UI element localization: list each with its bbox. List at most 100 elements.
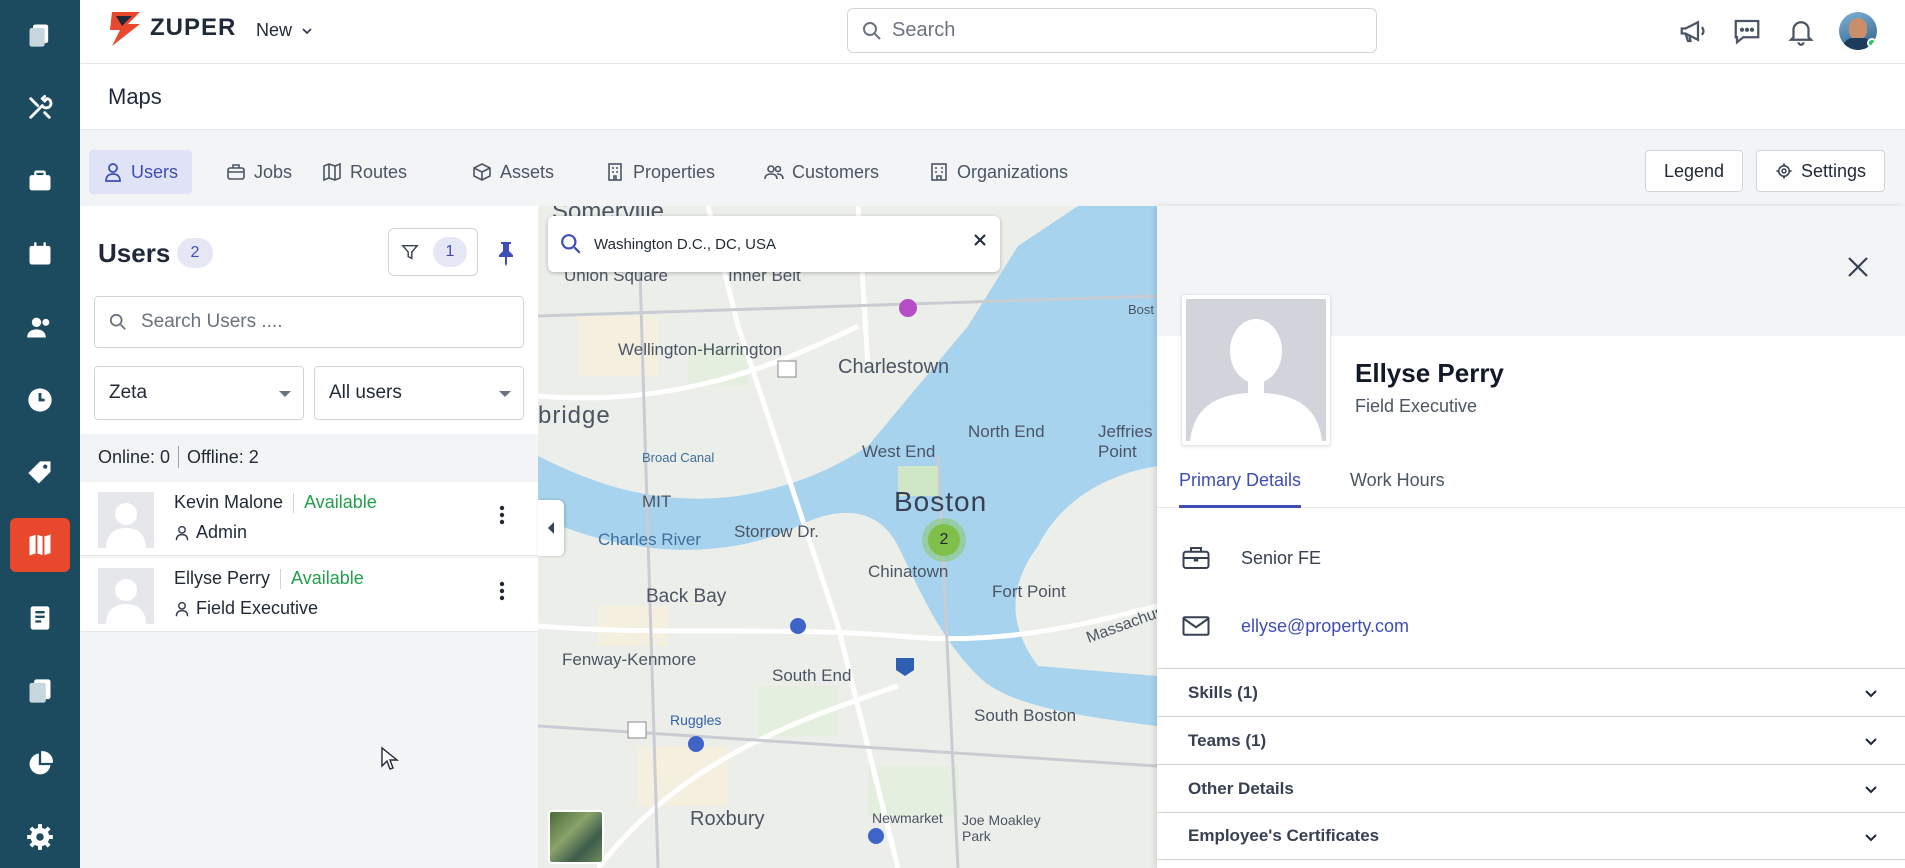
tools-nav-icon[interactable] [10,81,70,135]
announcement-icon[interactable] [1677,15,1709,47]
more-options-icon[interactable] [490,500,514,530]
users-panel: Users 2 1 Zeta All users Online: 0 Offli… [80,206,538,868]
more-options-icon[interactable] [490,576,514,606]
settings-label: Settings [1801,160,1867,181]
map-label: Chinatown [868,562,949,581]
map-location-input[interactable] [594,235,974,253]
user-name: Kevin Malone [174,492,284,512]
online-status-summary: Online: 0 Offline: 2 [98,446,259,468]
collapse-panel-button[interactable] [538,500,564,556]
email-link[interactable]: ellyse@property.com [1241,616,1409,637]
email-row: ellyse@property.com [1181,606,1409,646]
map-label: Wellington-Harrington [618,340,783,359]
profile-name: Ellyse Perry [1355,358,1504,388]
user-role-line: Field Executive [174,598,318,619]
building-icon [608,163,622,181]
chevron-down-icon [302,27,312,34]
profile-picture [1181,294,1331,446]
customers-nav-icon[interactable] [10,300,70,354]
jobs-nav-icon[interactable] [10,154,70,208]
designation-value: Senior FE [1241,547,1322,568]
timesheet-nav-icon[interactable] [10,373,70,427]
map-label: Jeffries Point [1098,422,1153,461]
user-list-item[interactable]: Kevin Malone Available Admin [80,482,538,556]
notification-bell-icon[interactable] [1785,15,1817,47]
tab-organizations[interactable]: Organizations [915,150,1082,194]
map-label: West End [862,442,936,461]
global-search-input[interactable] [892,19,1352,42]
certificates-section-toggle[interactable]: Employee's Certificates [1157,812,1905,860]
map-label: Ruggles [670,712,722,728]
tab-routes[interactable]: Routes [308,150,421,194]
online-indicator [1867,38,1877,48]
tab-properties[interactable]: Properties [591,150,729,194]
chat-icon[interactable] [1731,15,1763,47]
tab-jobs[interactable]: Jobs [212,150,306,194]
close-icon[interactable] [1847,256,1869,278]
user-type-select[interactable]: All users [314,366,524,420]
users-panel-header: Users 2 1 Zeta All users [80,206,538,434]
team-select[interactable]: Zeta [94,366,304,420]
user-list-item[interactable]: Ellyse Perry Available Field Executive [80,558,538,632]
tag-nav-icon[interactable] [10,446,70,500]
top-bar: ZUPER New [80,0,1905,64]
logo-text: ZUPER [150,14,237,41]
legend-button[interactable]: Legend [1645,150,1744,192]
pin-icon[interactable] [496,240,516,266]
box-icon [473,163,491,181]
users-title: Users [98,238,171,268]
map-label: Charlestown [838,356,950,378]
user-search-input[interactable] [141,311,511,333]
top-actions [1677,12,1877,50]
section-title: Employee's Certificates [1188,826,1380,845]
cluster-count: 2 [928,524,960,556]
user-avatar[interactable] [1839,12,1877,50]
filter-button[interactable]: 1 [388,228,478,276]
new-dropdown-button[interactable]: New [256,20,314,41]
zuper-logo[interactable]: ZUPER [106,6,236,50]
satellite-view-toggle[interactable] [548,810,604,864]
tab-users[interactable]: Users [89,150,193,194]
chevron-down-icon [1865,786,1877,794]
map-canvas[interactable]: Somerville Union Square Inner Belt Welli… [538,206,1157,868]
briefcase-icon [1182,547,1210,569]
teams-section-toggle[interactable]: Teams (1) [1157,716,1905,764]
details-tabs: Primary Details Work Hours [1157,450,1905,508]
settings-nav-icon[interactable] [10,810,70,864]
other-details-section-toggle[interactable]: Other Details [1157,764,1905,812]
global-search[interactable] [847,8,1377,53]
map-label: Roxbury [690,808,765,830]
map-label: Broad Canal [642,450,715,465]
tab-label: Customers [792,161,880,182]
maps-nav-icon[interactable] [10,518,70,572]
gear-icon [1776,163,1792,179]
settings-button[interactable]: Settings [1756,150,1886,192]
section-title: Teams (1) [1188,730,1267,750]
skills-section-toggle[interactable]: Skills (1) [1157,668,1905,716]
analytics-nav-icon[interactable] [10,737,70,791]
offline-count: Offline: 2 [187,446,259,467]
filter-count-badge: 1 [433,237,467,267]
tab-primary-details[interactable]: Primary Details [1179,470,1302,508]
map-label: Fenway-Kenmore [562,650,697,669]
user-cluster-marker[interactable]: 2 [922,518,966,562]
briefcase-icon [227,164,245,180]
page-header: Maps [80,64,1905,130]
user-avatar-placeholder [98,492,154,548]
new-label: New [256,20,293,40]
calendar-nav-icon[interactable] [10,227,70,281]
tab-work-hours[interactable]: Work Hours [1350,470,1445,505]
chevron-down-icon [1865,738,1877,746]
clear-search-icon[interactable] [972,232,988,248]
map-label: Boston [894,486,988,517]
tab-assets[interactable]: Assets [458,150,568,194]
map-icon [323,162,341,182]
tab-customers[interactable]: Customers [750,150,893,194]
user-role-line: Admin [174,522,247,543]
map-location-search[interactable] [548,216,1000,272]
reports-nav-icon[interactable] [10,664,70,718]
user-search-field[interactable] [94,296,524,348]
map-label: Joe Moakley Park [962,812,1041,844]
documents-nav-icon[interactable] [10,8,70,62]
invoice-nav-icon[interactable] [10,591,70,645]
